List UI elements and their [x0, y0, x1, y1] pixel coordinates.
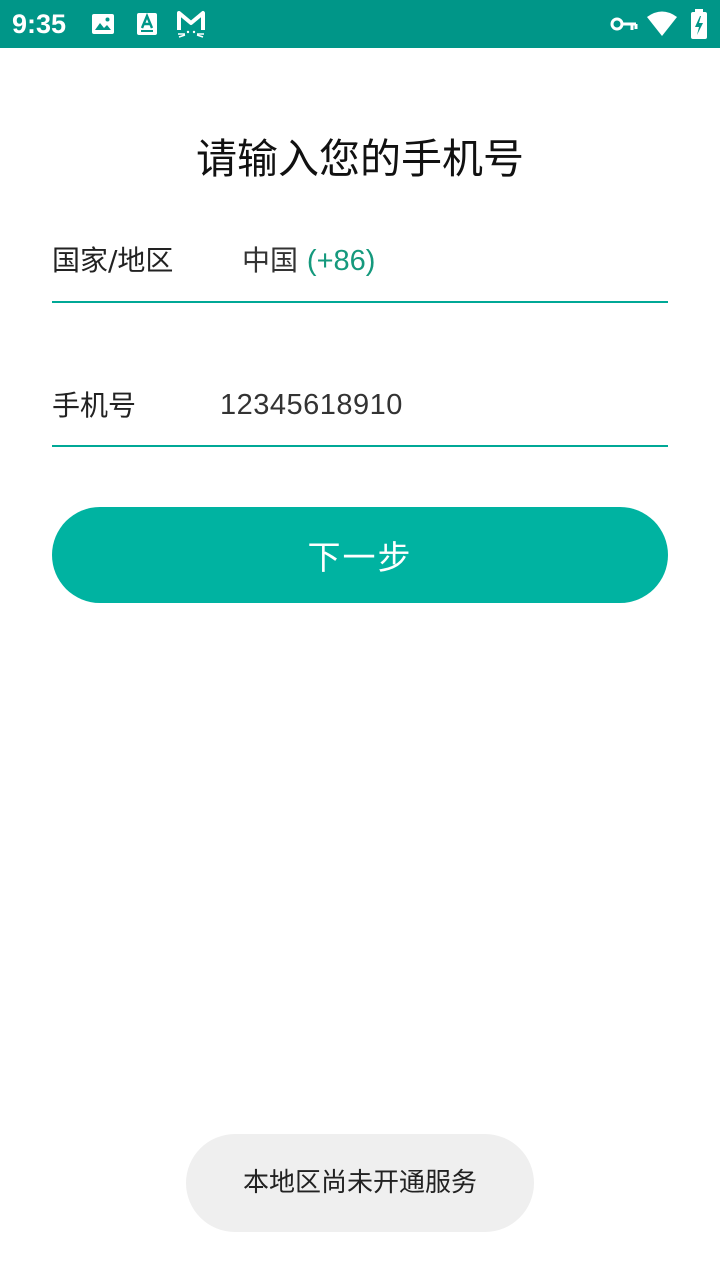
toast-message: 本地区尚未开通服务	[186, 1134, 534, 1232]
battery-charging-icon	[691, 9, 707, 39]
next-button[interactable]: 下一步	[52, 507, 668, 603]
country-region-selector[interactable]: 国家/地区 中国 (+86)	[52, 237, 668, 303]
country-region-label: 国家/地区	[52, 244, 174, 277]
status-time: 9:35	[12, 9, 67, 39]
phone-label: 手机号	[52, 389, 137, 422]
image-icon	[92, 14, 114, 34]
page-title: 请输入您的手机号	[196, 135, 524, 183]
phone-field-row: 手机号	[52, 381, 668, 447]
text-a-icon	[137, 12, 157, 35]
country-name: 中国	[242, 244, 299, 277]
vpn-key-icon	[610, 17, 638, 31]
m-cat-icon	[177, 11, 205, 38]
country-code: (+86)	[306, 245, 376, 277]
phone-input[interactable]	[220, 385, 660, 425]
status-bar: 9:35	[0, 0, 720, 48]
wifi-icon	[647, 11, 677, 36]
country-value: 中国 (+86)	[242, 241, 375, 281]
